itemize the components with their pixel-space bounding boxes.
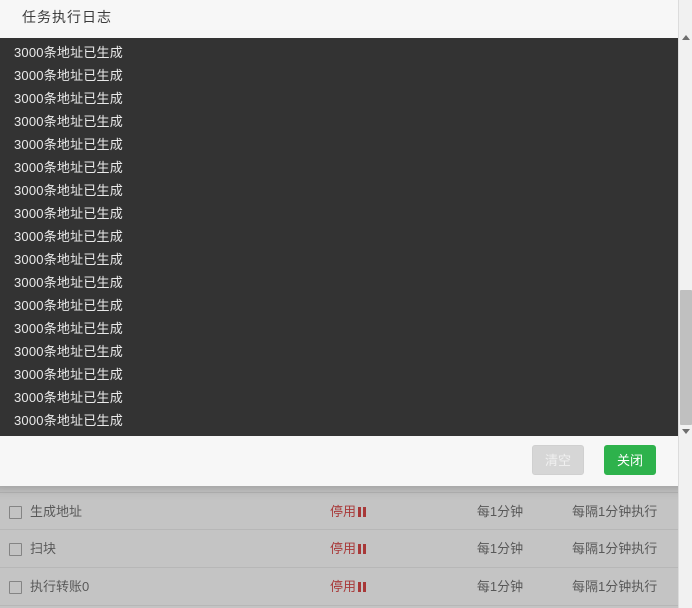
task-status[interactable]: 停用 [330,568,440,606]
log-line: 3000条地址已生成 [14,206,123,221]
status-label: 停用 [330,541,357,556]
task-frequency: 每1分钟 [476,541,524,556]
scrollbar-thumb[interactable] [680,290,692,425]
task-name: 扫块 [30,541,57,556]
scrollbar-track[interactable] [679,46,692,290]
checkbox-unchecked-icon[interactable] [8,543,22,557]
task-description: 每隔1分钟执行 [572,504,658,519]
log-line: 3000条地址已生成 [14,45,123,60]
task-frequency: 每1分钟 [476,504,524,519]
log-line: 3000条地址已生成 [14,68,123,83]
log-panel[interactable]: 3000条地址已生成 3000条地址已生成 3000条地址已生成 3000条地址已生成… [0,38,684,436]
log-line: 3000条地址已生成 [14,275,123,290]
log-line: 3000条地址已生成 [14,183,123,198]
log-line: 3000条地址已生成 [14,344,123,359]
status-label: 停用 [330,579,357,594]
task-description: 每隔1分钟执行 [572,579,658,594]
scrollbar-up-arrow[interactable] [679,30,692,46]
log-line: 3000条地址已生成 [14,390,123,405]
row-checkbox-cell[interactable] [0,530,30,568]
row-checkbox-cell[interactable] [0,568,30,606]
task-table: 生成地址 停用 每1分钟 每隔1分钟执行 扫块 停用 每1分钟 每隔1分钟执行 [0,492,692,608]
checkbox-unchecked-icon[interactable] [8,581,22,595]
table-row[interactable]: 执行转账0 停用 每1分钟 每隔1分钟执行 [0,568,692,606]
log-line: 3000条地址已生成 [14,91,123,106]
task-name: 执行转账0 [30,579,90,594]
pause-icon [358,544,367,554]
close-button[interactable]: 关闭 [604,445,656,475]
app-root: 生成地址 停用 每1分钟 每隔1分钟执行 扫块 停用 每1分钟 每隔1分钟执行 [0,0,692,608]
log-line: 3000条地址已生成 [14,160,123,175]
log-line-list: 3000条地址已生成 3000条地址已生成 3000条地址已生成 3000条地址已生成… [0,38,684,432]
table-row[interactable]: 生成地址 停用 每1分钟 每隔1分钟执行 [0,492,692,530]
status-label: 停用 [330,504,357,519]
log-line: 3000条地址已生成 [14,229,123,244]
window-scrollbar[interactable] [678,0,692,608]
task-description: 每隔1分钟执行 [572,541,658,556]
log-line: 3000条地址已生成 [14,252,123,267]
task-name: 生成地址 [30,504,83,519]
clear-button[interactable]: 清空 [532,445,584,475]
dialog-header: 任务执行日志 [0,0,692,38]
task-status[interactable]: 停用 [330,530,440,568]
task-frequency: 每1分钟 [476,579,524,594]
log-line: 3000条地址已生成 [14,137,123,152]
row-checkbox-cell[interactable] [0,493,30,531]
checkbox-unchecked-icon[interactable] [8,506,22,520]
task-status[interactable]: 停用 [330,493,440,531]
log-line: 3000条地址已生成 [14,413,123,428]
table-row[interactable]: 扫块 停用 每1分钟 每隔1分钟执行 [0,530,692,568]
log-line: 3000条地址已生成 [14,321,123,336]
pause-icon [358,582,367,592]
log-line: 3000条地址已生成 [14,298,123,313]
dialog-footer: 清空 关闭 [0,436,692,486]
pause-icon [358,507,367,517]
scrollbar-down-arrow[interactable] [679,424,692,440]
log-line: 3000条地址已生成 [14,114,123,129]
task-log-dialog: 任务执行日志 3000条地址已生成 3000条地址已生成 3000条地址已生成 300… [0,0,692,486]
log-line: 3000条地址已生成 [14,367,123,382]
dialog-title: 任务执行日志 [22,9,112,25]
